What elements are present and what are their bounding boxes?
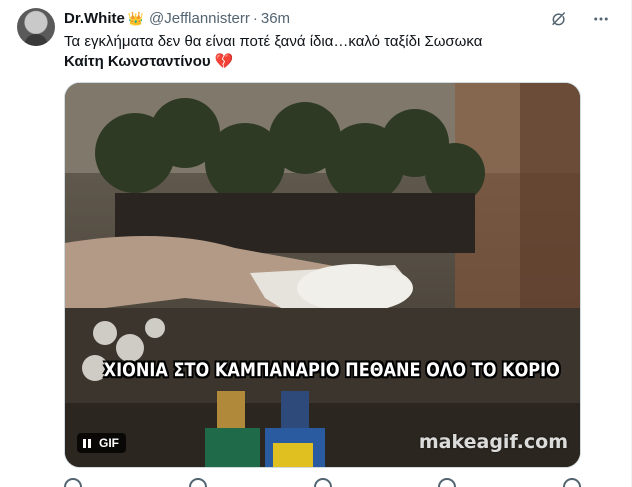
grok-icon[interactable] [549,9,569,29]
separator-dot: · [252,10,258,27]
like-icon[interactable] [313,478,332,487]
author-name[interactable]: Dr.White [64,9,125,29]
avatar[interactable] [17,8,55,46]
mentioned-name: Καίτη Κωνσταντίνου [64,53,211,70]
share-icon[interactable] [563,478,581,487]
tweet-timestamp[interactable]: 36m [261,9,290,29]
tweet-header: Dr.White 👑 @Jefflannisterr · 36m [64,9,290,29]
author-handle[interactable]: @Jefflannisterr [149,9,250,29]
retweet-icon[interactable] [188,478,207,487]
gif-caption: ΧΙΟΝΙΑ ΣΤΟ ΚΑΜΠΑΝΑΡΙΟ ΠΕΘΑΝΕ ΟΛΟ ΤΟ ΚΟΡΙ… [103,359,560,381]
header-actions [549,9,611,29]
crown-icon: 👑 [127,11,145,26]
broken-heart-icon: 💔 [214,53,234,70]
gif-frame [65,83,580,467]
more-icon[interactable] [591,9,611,29]
reply-icon[interactable] [64,478,82,487]
tweet-actions-row [64,478,581,487]
tweet-text-line2: Καίτη Κωνσταντίνου 💔 [64,52,233,72]
views-icon[interactable] [438,478,457,487]
gif-label: GIF [99,436,119,450]
makeagif-watermark: makeagif.com [418,431,568,453]
tweet-card[interactable]: Dr.White 👑 @Jefflannisterr · 36m Τα εγκλ… [0,0,632,487]
tweet-text-line1: Τα εγκλήματα δεν θα είναι ποτέ ξανά ίδια… [64,33,483,50]
gif-media[interactable]: ΧΙΟΝΙΑ ΣΤΟ ΚΑΜΠΑΝΑΡΙΟ ΠΕΘΑΝΕ ΟΛΟ ΤΟ ΚΟΡΙ… [64,82,581,468]
pause-icon[interactable] [83,438,91,448]
gif-play-control[interactable]: GIF [77,433,126,453]
